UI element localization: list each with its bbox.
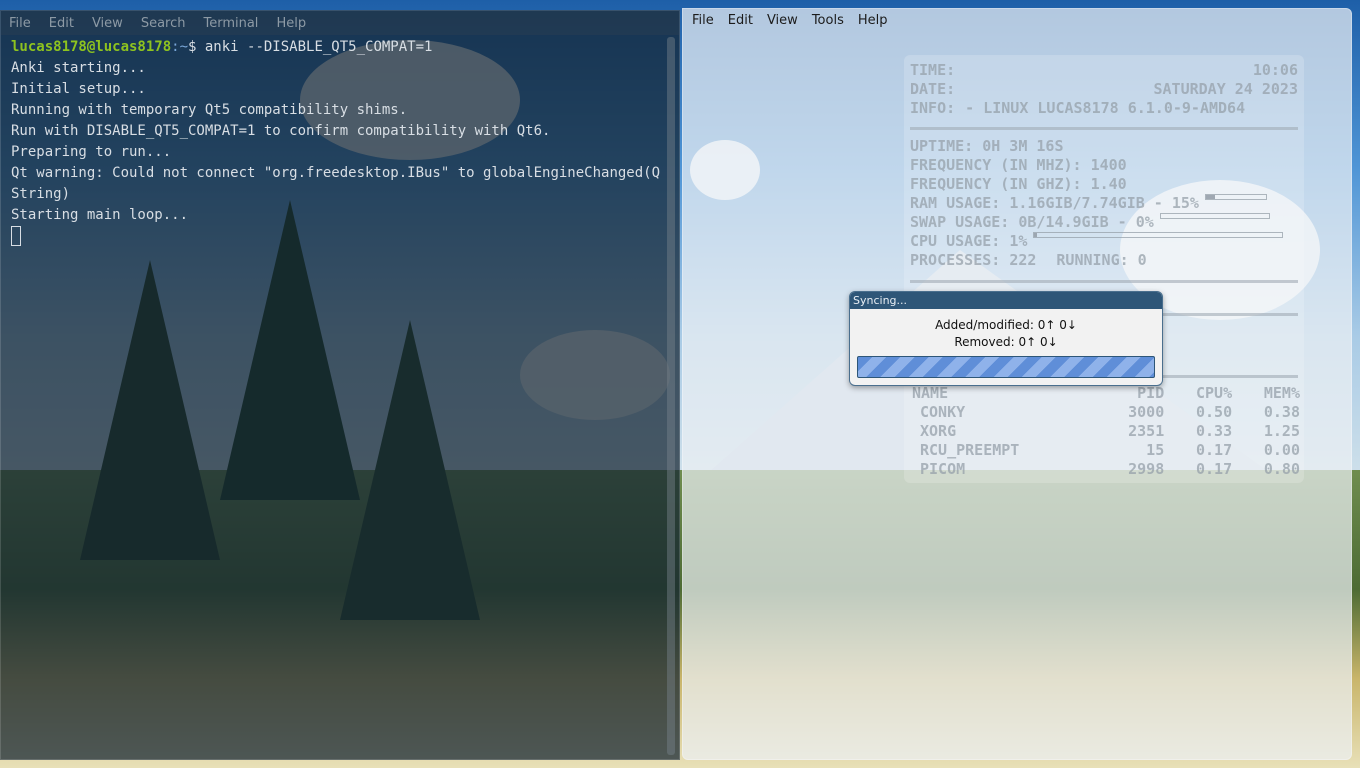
terminal-window[interactable]: File Edit View Search Terminal Help luca… [0,10,680,760]
conky-divider [910,280,1298,283]
terminal-prompt-line: lucas8178@lucas8178:~$ anki --DISABLE_QT… [11,37,661,58]
conky-process-table: NAME PID CPU% MEM% CONKY 3000 0.50 0.38 … [910,383,1302,478]
conky-cpu-bar [1033,232,1284,238]
conky-cell: 15 [1146,440,1165,459]
conky-cell: 0.00 [1263,440,1300,459]
terminal-line: Run with DISABLE_QT5_COMPAT=1 to confirm… [11,123,551,139]
conky-processes-label: PROCESSES: [910,251,1001,269]
conky-cpu-label: CPU USAGE: [910,232,1001,250]
conky-freq-mhz-value: 1400 [1090,156,1127,174]
terminal-cursor [11,226,21,246]
conky-time-label: TIME: [910,61,956,79]
terminal-output[interactable]: lucas8178@lucas8178:~$ anki --DISABLE_QT… [11,37,661,247]
terminal-cursor-line [11,226,661,247]
conky-col-mem: MEM% [1263,383,1300,402]
conky-uptime-value: 0H 3M 16S [982,137,1064,155]
sync-removed: Removed: 0↑ 0↓ [954,335,1058,349]
conky-cell: 0.17 [1195,459,1233,478]
terminal-menu-file[interactable]: File [9,16,31,31]
conky-swap-row: SWAP USAGE: 0B/14.9GIB - 0% [910,213,1298,231]
conky-col-cpu: CPU% [1195,383,1233,402]
conky-cell: CONKY [920,402,966,421]
conky-divider [910,127,1298,130]
conky-swap-value: 0B/14.9GIB - 0% [1018,213,1154,231]
conky-running-value: 0 [1137,251,1147,269]
conky-swap-label: SWAP USAGE: [910,213,1010,231]
prompt-user: lucas8178@lucas8178 [11,39,172,55]
conky-date-value: SATURDAY 24 2023 [1153,80,1299,98]
anki-menu-file[interactable]: File [692,13,714,28]
conky-ram-bar [1204,194,1267,200]
conky-cell: 2998 [1128,459,1165,478]
conky-table-row: CONKY 3000 0.50 0.38 [910,402,1302,421]
conky-ram-row: RAM USAGE: 1.16GIB/7.74GIB - 15% [910,194,1298,212]
conky-processes-value: 222 [1009,251,1037,269]
terminal-menu-terminal[interactable]: Terminal [203,16,258,31]
conky-freq-mhz-label: FREQUENCY (IN MHZ): [910,156,1082,174]
terminal-line: Anki starting... [11,60,146,76]
terminal-menu-edit[interactable]: Edit [49,16,74,31]
conky-freq-mhz-row: FREQUENCY (IN MHZ): 1400 [910,156,1298,174]
conky-cell: 0.17 [1195,440,1233,459]
terminal-menubar: File Edit View Search Terminal Help [1,11,679,35]
terminal-line: Running with temporary Qt5 compatibility… [11,102,408,118]
terminal-line: Starting main loop... [11,207,189,223]
conky-cpu-value: 1% [1009,232,1028,250]
anki-menubar: File Edit View Tools Help [683,9,1351,31]
conky-time-row: TIME: 10:06 [910,61,1298,79]
sync-dialog[interactable]: Syncing... Added/modified: 0↑ 0↓ Removed… [849,291,1163,386]
terminal-line: Initial setup... [11,81,146,97]
conky-swap-bar [1159,213,1270,219]
conky-cpu-row: CPU USAGE: 1% [910,232,1298,250]
conky-cell: 2351 [1128,421,1165,440]
sync-added-modified: Added/modified: 0↑ 0↓ [935,318,1077,332]
conky-cell: 0.33 [1195,421,1233,440]
sync-dialog-title[interactable]: Syncing... [850,292,1162,309]
conky-cell: PICOM [920,459,966,478]
conky-running-label: RUNNING: [1056,251,1129,269]
anki-menu-view[interactable]: View [767,13,798,28]
conky-table-row: XORG 2351 0.33 1.25 [910,421,1302,440]
conky-freq-ghz-label: FREQUENCY (IN GHZ): [910,175,1082,193]
conky-time-value: 10:06 [1252,61,1298,79]
terminal-menu-search[interactable]: Search [141,16,186,31]
conky-processes-row: PROCESSES: 222 RUNNING: 0 [910,251,1298,269]
conky-uptime-row: UPTIME: 0H 3M 16S [910,137,1298,155]
conky-freq-ghz-value: 1.40 [1090,175,1127,193]
conky-info-label: INFO: [910,99,956,117]
conky-table-row: PICOM 2998 0.17 0.80 [910,459,1302,478]
conky-freq-ghz-row: FREQUENCY (IN GHZ): 1.40 [910,175,1298,193]
terminal-line: Qt warning: Could not connect "org.freed… [11,165,661,202]
conky-table-row: RCU_PREEMPT 15 0.17 0.00 [910,440,1302,459]
anki-menu-help[interactable]: Help [858,13,888,28]
conky-cell: 0.80 [1263,459,1300,478]
conky-date-label: DATE: [910,80,956,98]
conky-ram-value: 1.16GIB/7.74GIB - 15% [1009,194,1199,212]
conky-system-monitor: TIME: 10:06 DATE: SATURDAY 24 2023 INFO:… [904,55,1304,483]
conky-cell: 3000 [1128,402,1165,421]
conky-cell: RCU_PREEMPT [920,440,1020,459]
conky-date-row: DATE: SATURDAY 24 2023 [910,80,1298,98]
prompt-command: $ anki --DISABLE_QT5_COMPAT=1 [188,39,433,55]
terminal-line: Preparing to run... [11,144,172,160]
terminal-menu-help[interactable]: Help [276,16,306,31]
anki-menu-tools[interactable]: Tools [812,13,844,28]
conky-ram-label: RAM USAGE: [910,194,1001,212]
conky-cell: 1.25 [1263,421,1300,440]
conky-info-value: - LINUX LUCAS8178 6.1.0-9-AMD64 [965,99,1246,117]
anki-menu-edit[interactable]: Edit [728,13,753,28]
terminal-menu-view[interactable]: View [92,16,123,31]
sync-progress-bar [857,356,1155,378]
terminal-scrollbar[interactable] [667,37,675,755]
conky-uptime-label: UPTIME: [910,137,974,155]
conky-cell: 0.38 [1263,402,1300,421]
conky-cell: 0.50 [1195,402,1233,421]
conky-info-row: INFO: - LINUX LUCAS8178 6.1.0-9-AMD64 [910,99,1298,117]
prompt-path: :~ [171,39,189,55]
conky-cell: XORG [920,421,957,440]
